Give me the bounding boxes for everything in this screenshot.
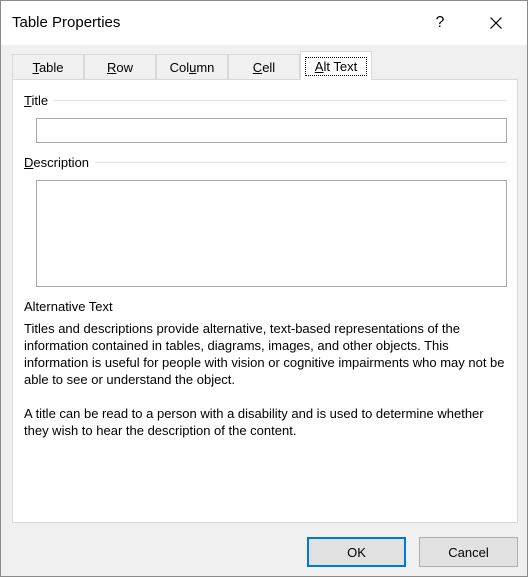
- description-input[interactable]: [37, 181, 506, 286]
- close-button[interactable]: [473, 1, 519, 45]
- tab-column-label: Column: [169, 60, 215, 75]
- close-icon: [490, 17, 502, 29]
- help-button[interactable]: ?: [417, 1, 463, 45]
- table-properties-dialog: Table Properties ? Table Row Column Cell…: [0, 0, 528, 577]
- title-field[interactable]: [36, 118, 507, 143]
- title-bar: Table Properties ?: [1, 1, 527, 45]
- tab-row-label: Row: [106, 60, 133, 75]
- tab-alt-text-label: Alt Text: [304, 56, 368, 76]
- tab-table[interactable]: Table: [12, 54, 84, 80]
- dialog-title: Table Properties: [12, 14, 121, 31]
- alternative-text-heading: Alternative Text: [24, 299, 113, 314]
- alt-text-panel: Title Description Alternative Text Title…: [12, 79, 518, 523]
- description-field[interactable]: [36, 180, 507, 287]
- ok-button[interactable]: OK: [307, 537, 406, 567]
- tab-cell[interactable]: Cell: [228, 54, 300, 80]
- tab-strip: Table Row Column Cell Alt Text: [12, 51, 518, 80]
- tab-cell-label: Cell: [252, 60, 276, 75]
- help-icon: ?: [435, 14, 445, 31]
- cancel-button[interactable]: Cancel: [419, 537, 518, 567]
- alternative-text-paragraph-1: Titles and descriptions provide alternat…: [24, 321, 505, 387]
- title-input[interactable]: [37, 119, 506, 142]
- tab-table-label: Table: [32, 60, 64, 75]
- description-label: Description: [24, 155, 96, 170]
- title-group-divider: [24, 100, 506, 101]
- tab-alt-text[interactable]: Alt Text: [300, 51, 372, 80]
- title-label: Title: [24, 93, 55, 108]
- alternative-text-paragraph-2: A title can be read to a person with a d…: [24, 406, 484, 438]
- description-group-divider: [24, 162, 506, 163]
- tab-row[interactable]: Row: [84, 54, 156, 80]
- tab-column[interactable]: Column: [156, 54, 228, 80]
